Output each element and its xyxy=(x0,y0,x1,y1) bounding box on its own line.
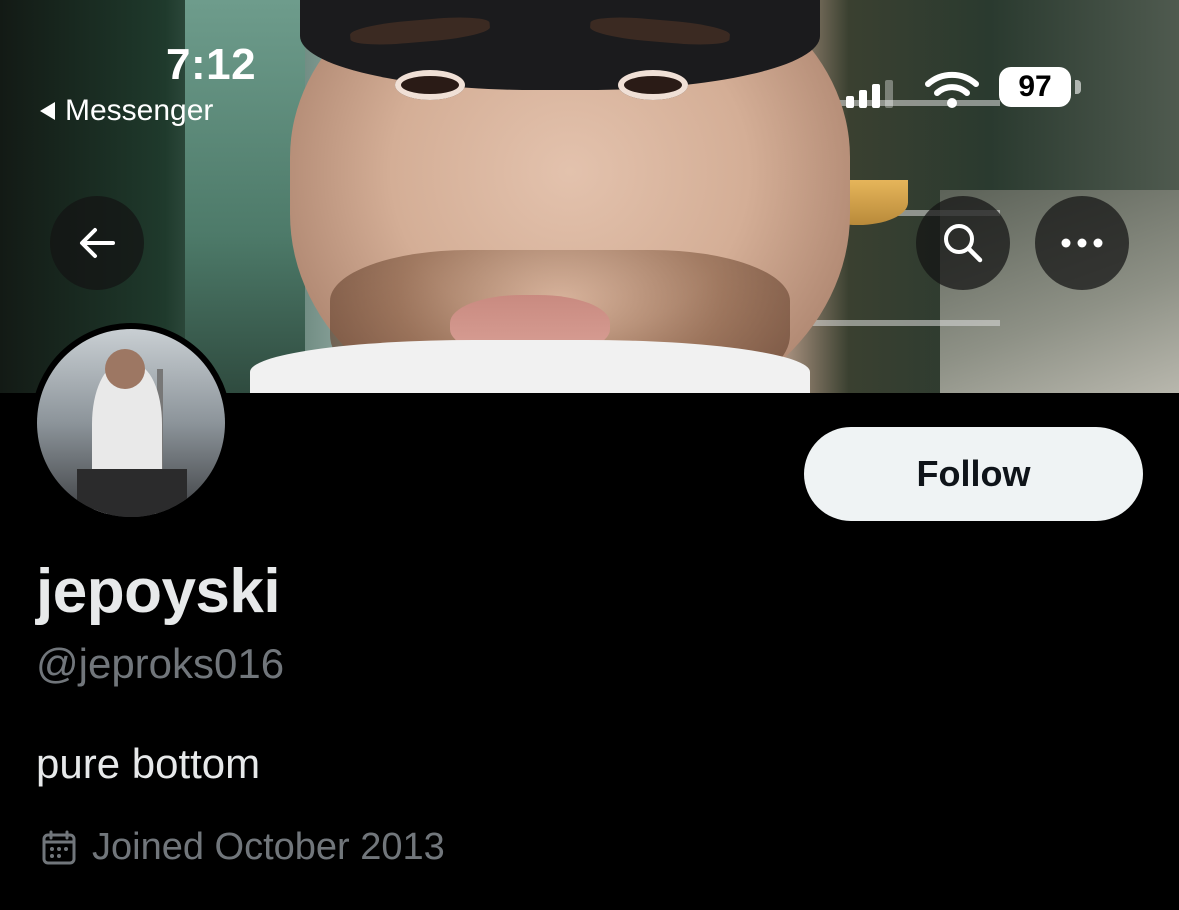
arrow-left-icon xyxy=(80,228,115,258)
user-handle: @jeproks016 xyxy=(36,640,285,687)
back-app-label: Messenger xyxy=(65,94,214,127)
more-dots-icon xyxy=(1061,238,1103,248)
battery-indicator: 97 xyxy=(999,67,1071,107)
back-to-app-link[interactable]: Messenger xyxy=(40,94,213,128)
display-name: jepoyski xyxy=(36,557,281,626)
joined-label: Joined October 2013 xyxy=(92,826,445,868)
search-button[interactable] xyxy=(916,196,1010,290)
banner-eye-right xyxy=(618,70,688,100)
profile-avatar[interactable] xyxy=(31,323,231,523)
banner-shirt xyxy=(250,340,810,393)
banner-eye-left xyxy=(395,70,465,100)
calendar-icon xyxy=(42,830,76,864)
more-button[interactable] xyxy=(1035,196,1129,290)
back-triangle-icon xyxy=(40,102,55,120)
avatar-photo xyxy=(37,329,225,517)
profile-bio: pure bottom xyxy=(36,740,261,787)
joined-date: Joined October 2013 xyxy=(40,826,445,869)
follow-button[interactable]: Follow xyxy=(804,427,1143,521)
wifi-icon xyxy=(925,71,979,108)
search-icon xyxy=(944,224,983,263)
battery-tip xyxy=(1075,80,1081,94)
status-time: 7:12 xyxy=(166,40,257,89)
cellular-signal-icon xyxy=(846,80,893,108)
back-button[interactable] xyxy=(50,196,144,290)
